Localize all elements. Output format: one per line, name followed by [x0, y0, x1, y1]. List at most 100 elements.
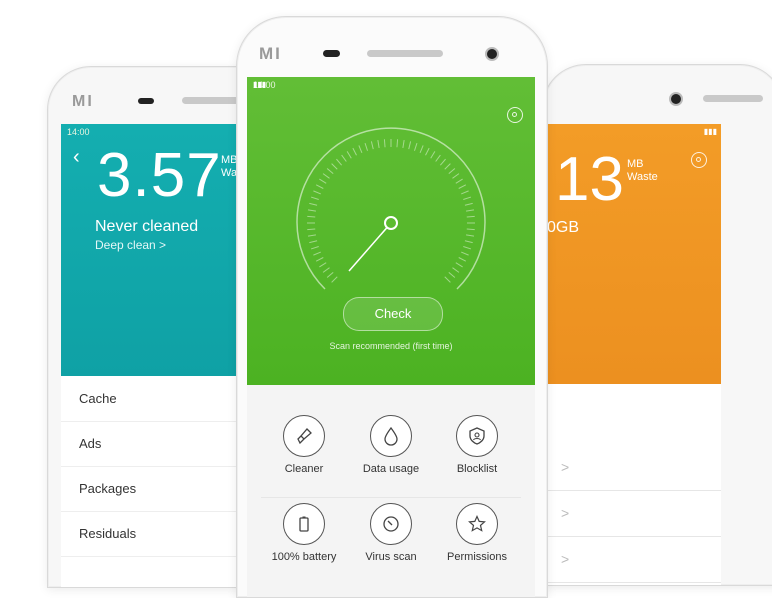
chevron-right-icon: > — [561, 505, 570, 521]
waste-unit-label: Waste — [627, 171, 658, 183]
brush-icon — [283, 415, 325, 457]
gauge-tick — [310, 196, 319, 200]
tool-cleaner[interactable]: Cleaner — [260, 415, 348, 495]
signal-icon: ▮▮▮ — [253, 80, 267, 89]
gauge-tick — [396, 139, 399, 148]
gauge-tick — [465, 234, 475, 237]
list-item[interactable]: > — [543, 490, 721, 535]
gauge-tick — [310, 246, 319, 250]
gauge-tick — [377, 139, 380, 149]
gauge-tick — [466, 215, 475, 218]
front-sensor — [323, 50, 340, 57]
gauge-tick — [313, 190, 321, 195]
list-item-label: Ads — [79, 436, 102, 451]
gauge-tick — [452, 267, 460, 273]
divider — [543, 582, 721, 583]
gauge-tick — [313, 251, 321, 256]
gauge-tick — [448, 271, 456, 278]
tool-label: Permissions — [447, 551, 507, 563]
gauge-tick — [364, 142, 368, 151]
gauge-tick — [322, 267, 330, 273]
tool-data-usage[interactable]: Data usage — [347, 415, 435, 495]
right-screen: ▮▮▮ 13 MB Waste 0GB > > > > — [543, 124, 721, 585]
gauge-tick — [307, 234, 317, 237]
back-chevron-icon[interactable]: ‹ — [73, 146, 80, 169]
front-camera — [485, 47, 499, 61]
divider — [261, 497, 521, 498]
battery-icon — [283, 503, 325, 545]
gauge-tick — [341, 154, 347, 162]
gauge-tick — [461, 251, 469, 256]
gauge-tick — [458, 184, 467, 189]
gauge-tick — [309, 240, 318, 244]
gauge-tick — [331, 163, 338, 170]
list-item[interactable]: > — [543, 444, 721, 489]
front-sensor — [138, 98, 154, 104]
list-item[interactable]: Cache — [61, 376, 261, 422]
gauge-pivot — [384, 216, 398, 230]
speaker-grille — [367, 50, 443, 57]
gauge-tick — [307, 215, 316, 218]
tool-blocklist[interactable]: Blocklist — [433, 415, 521, 495]
check-button[interactable]: Check — [343, 297, 443, 331]
gauge-needle — [348, 222, 392, 272]
scan-hint-text: Scan recommended (first time) — [329, 341, 453, 351]
gauge-tick — [315, 257, 324, 262]
list-item[interactable]: > — [543, 536, 721, 581]
tool-label: Blocklist — [456, 463, 498, 475]
gauge-tick — [430, 151, 436, 159]
gauge-tick — [458, 257, 467, 262]
gauge-tick — [439, 158, 446, 166]
gauge-tick — [307, 209, 317, 212]
divider — [543, 490, 721, 491]
clock-icon — [370, 503, 412, 545]
settings-gear-icon[interactable] — [691, 152, 707, 168]
star-icon — [456, 503, 498, 545]
gauge-tick — [444, 163, 451, 170]
gauge-tick — [370, 141, 374, 150]
gauge-tick — [464, 202, 473, 206]
gauge-tick — [309, 202, 318, 206]
waste-unit: MB Waste — [627, 158, 658, 184]
gauge-tick — [448, 168, 456, 175]
list-item[interactable]: Residuals — [61, 511, 261, 557]
gauge-tick — [463, 196, 472, 200]
tool-virus-scan[interactable]: Virus scan — [347, 503, 435, 583]
gauge-tick — [331, 276, 338, 283]
gauge-tick — [425, 147, 430, 156]
gauge-tick — [419, 145, 424, 153]
list-item-label: Cache — [79, 391, 117, 406]
waste-unit-mb: MB — [627, 158, 644, 170]
gauge-tick — [435, 154, 441, 162]
waste-number: 3.57 — [97, 141, 222, 210]
shield-user-icon — [456, 415, 498, 457]
status-time: 14:00 — [67, 127, 90, 137]
gauge-tick — [319, 262, 327, 268]
gauge-tick — [346, 151, 352, 159]
drop-icon — [370, 415, 412, 457]
speed-gauge — [296, 127, 486, 290]
tool-battery[interactable]: 100% battery — [260, 503, 348, 583]
list-item[interactable]: Packages — [61, 466, 261, 512]
gauge-tick — [463, 246, 472, 250]
list-item[interactable]: Ads — [61, 421, 261, 467]
left-screen: 14:00 ‹ 3.57 MB Waste Never cleaned Deep… — [61, 124, 261, 587]
gauge-tick — [336, 158, 343, 166]
gauge-tick — [319, 178, 327, 184]
signal-icon: ▮▮▮ — [703, 127, 717, 136]
gauge-tick — [414, 142, 418, 151]
gauge-tick — [358, 145, 363, 153]
tool-permissions[interactable]: Permissions — [433, 503, 521, 583]
storage-size: 0GB — [547, 219, 580, 236]
phone-right: ▮▮▮ 13 MB Waste 0GB > > > > — [542, 64, 772, 586]
phone-center: MI 14:00 ▮▮▮ Check Scan recommended (firs… — [236, 16, 548, 598]
chevron-right-icon: > — [561, 459, 570, 475]
gauge-tick — [322, 173, 330, 179]
deep-clean-link[interactable]: Deep clean > — [95, 238, 166, 252]
gauge-tick — [315, 184, 324, 189]
gauge-tick — [461, 190, 469, 195]
center-hero-panel: 14:00 ▮▮▮ Check Scan recommended (first t… — [247, 77, 535, 385]
settings-gear-icon[interactable] — [507, 107, 523, 123]
tool-label: Virus scan — [365, 551, 417, 563]
gauge-tick — [402, 139, 405, 149]
